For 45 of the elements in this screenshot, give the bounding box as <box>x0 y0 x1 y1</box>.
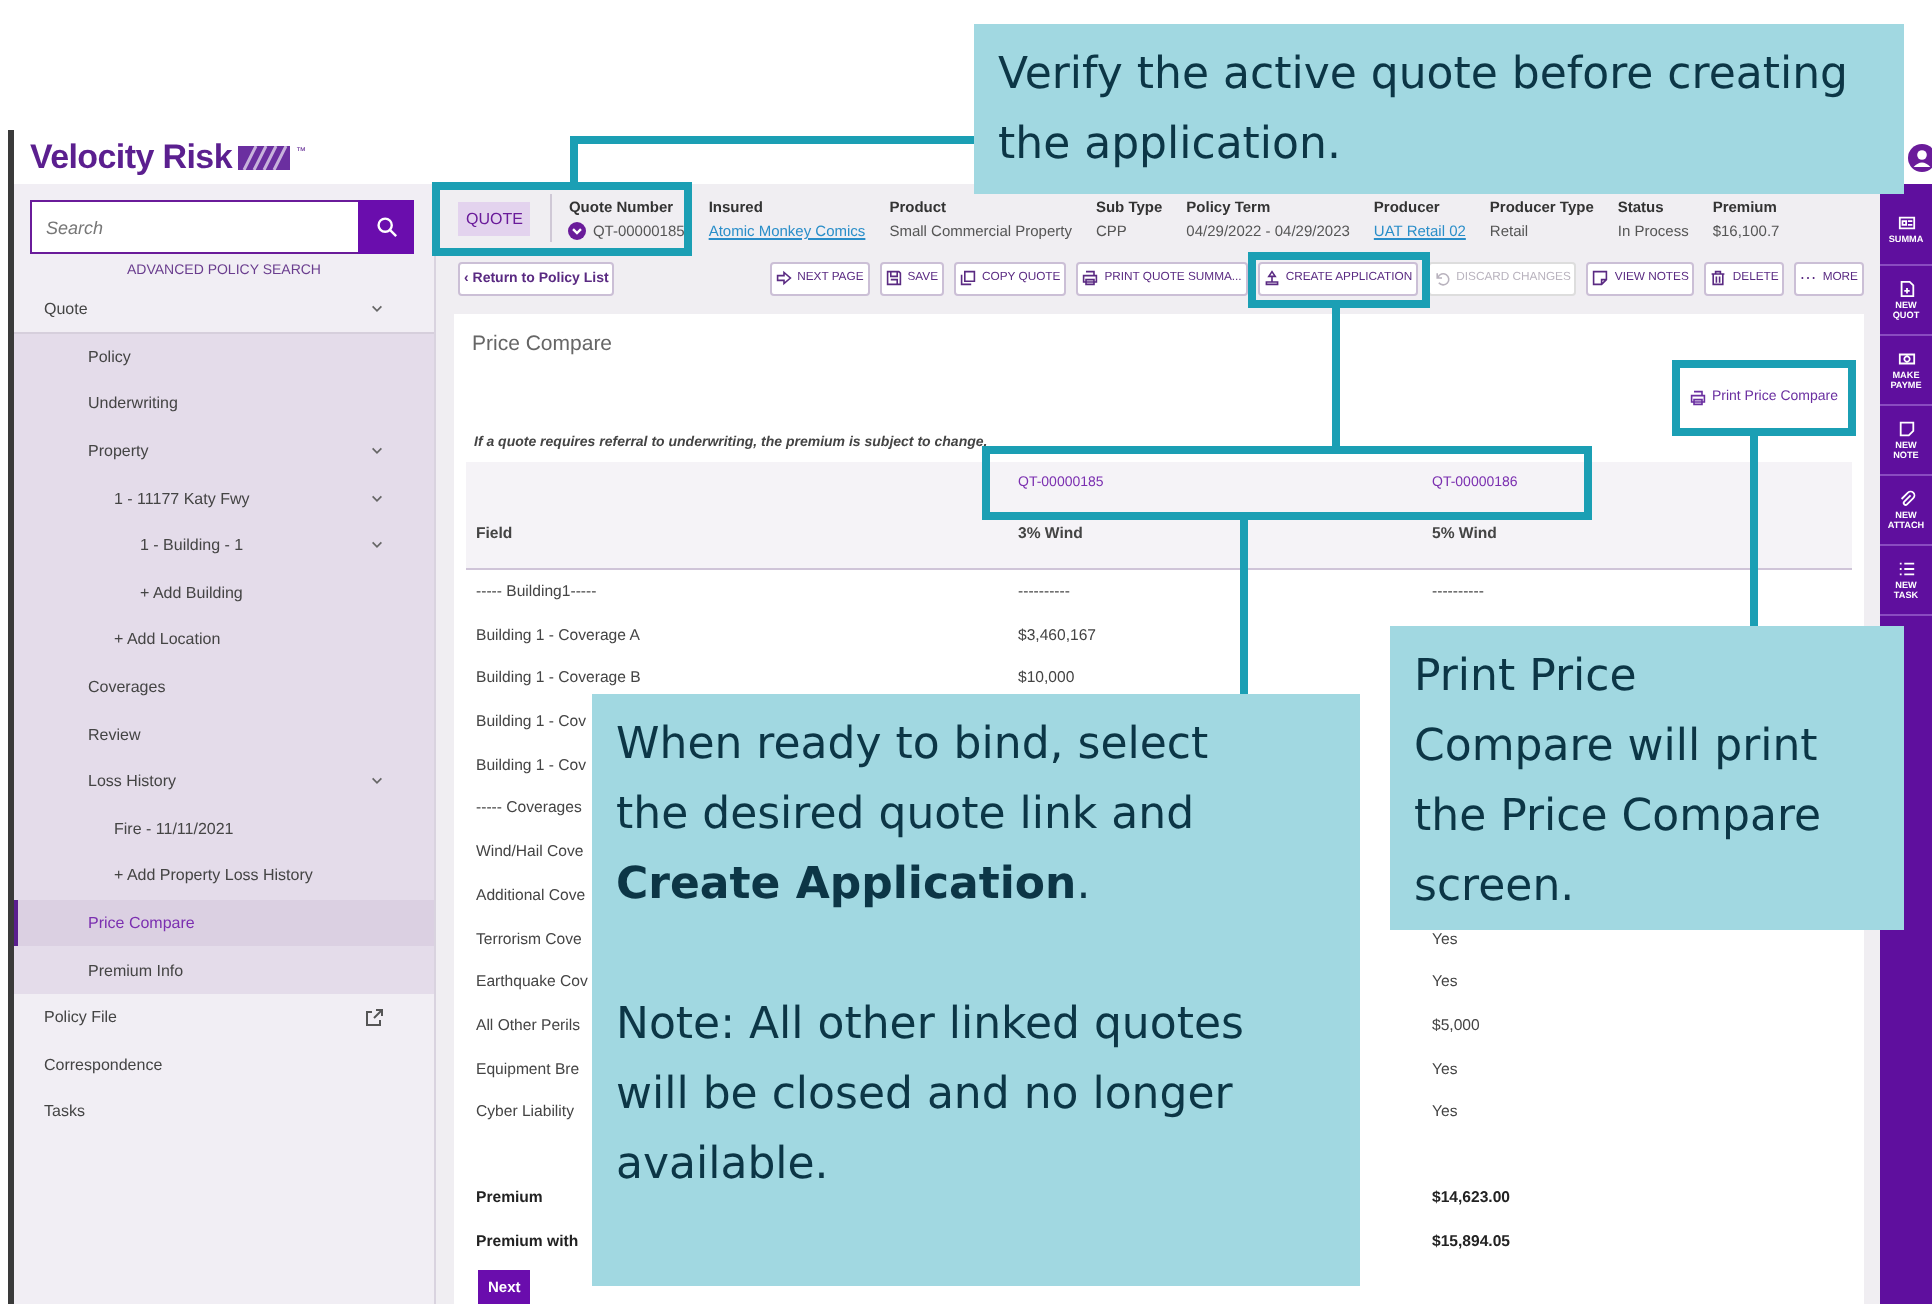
printer-icon <box>1689 389 1706 406</box>
note-icon <box>1592 270 1609 287</box>
sidebar-item[interactable]: Price Compare <box>14 899 434 947</box>
chevron-circle-icon[interactable] <box>568 221 587 240</box>
sidebar-item[interactable]: Property <box>14 427 434 475</box>
save-icon <box>885 270 902 287</box>
sidebar-item[interactable]: Underwriting <box>14 380 434 428</box>
logo-text: Velocity Risk <box>30 137 232 177</box>
sidebar-item[interactable]: Policy File <box>14 993 434 1041</box>
page-title: Price Compare <box>472 331 615 356</box>
sidebar-item[interactable]: + Add Building <box>14 569 434 617</box>
callout-text: When ready to bind, select the desired quote link and Create Application. <box>616 718 1211 914</box>
undo-icon <box>1434 270 1451 287</box>
sidebar-item[interactable]: Fire - 11/11/2021 <box>14 805 434 853</box>
paperclip-icon <box>1897 489 1915 507</box>
callout-text: Verify the active quote before creating the application. <box>998 48 1848 174</box>
sidebar-item[interactable]: + Add Property Loss History <box>14 852 434 900</box>
checklist-icon <box>1897 559 1915 577</box>
sidebar-item[interactable]: Review <box>14 710 434 758</box>
sidebar-item[interactable]: 1 - 11177 Katy Fwy <box>14 474 434 522</box>
sidebar-item[interactable]: Loss History <box>14 757 434 806</box>
callout-text: Note: All other linked quotes will be closed and no longer available. <box>616 998 1246 1194</box>
sidebar-item[interactable]: Correspondence <box>14 1041 434 1089</box>
id-card-icon <box>1897 214 1915 233</box>
search-icon <box>375 216 397 238</box>
sidebar-item[interactable]: + Add Location <box>14 616 434 664</box>
cash-icon <box>1897 349 1915 367</box>
sidebar-item[interactable]: Coverages <box>14 663 434 711</box>
trash-icon <box>1710 270 1727 287</box>
sidebar-item[interactable]: Premium Info <box>14 946 434 994</box>
note-icon <box>1897 419 1915 437</box>
arrow-icon <box>775 270 792 287</box>
search-field[interactable]: Search <box>30 200 358 254</box>
stamp-icon <box>1263 270 1280 287</box>
logo-stripes-icon <box>238 145 290 169</box>
sidebar-item[interactable]: Tasks <box>14 1088 434 1136</box>
printer-icon <box>1082 270 1099 287</box>
sidebar-item[interactable]: 1 - Building - 1 <box>14 521 434 570</box>
search-button[interactable] <box>358 200 414 254</box>
user-icon[interactable] <box>1908 143 1932 171</box>
callout-text: Print Price Compare will print the Price Compare screen. <box>1414 650 1824 916</box>
sidebar-item[interactable]: Policy <box>14 333 434 381</box>
copy-icon <box>960 270 977 287</box>
document-icon <box>1897 279 1915 297</box>
quote-badge: QUOTE <box>458 201 531 236</box>
